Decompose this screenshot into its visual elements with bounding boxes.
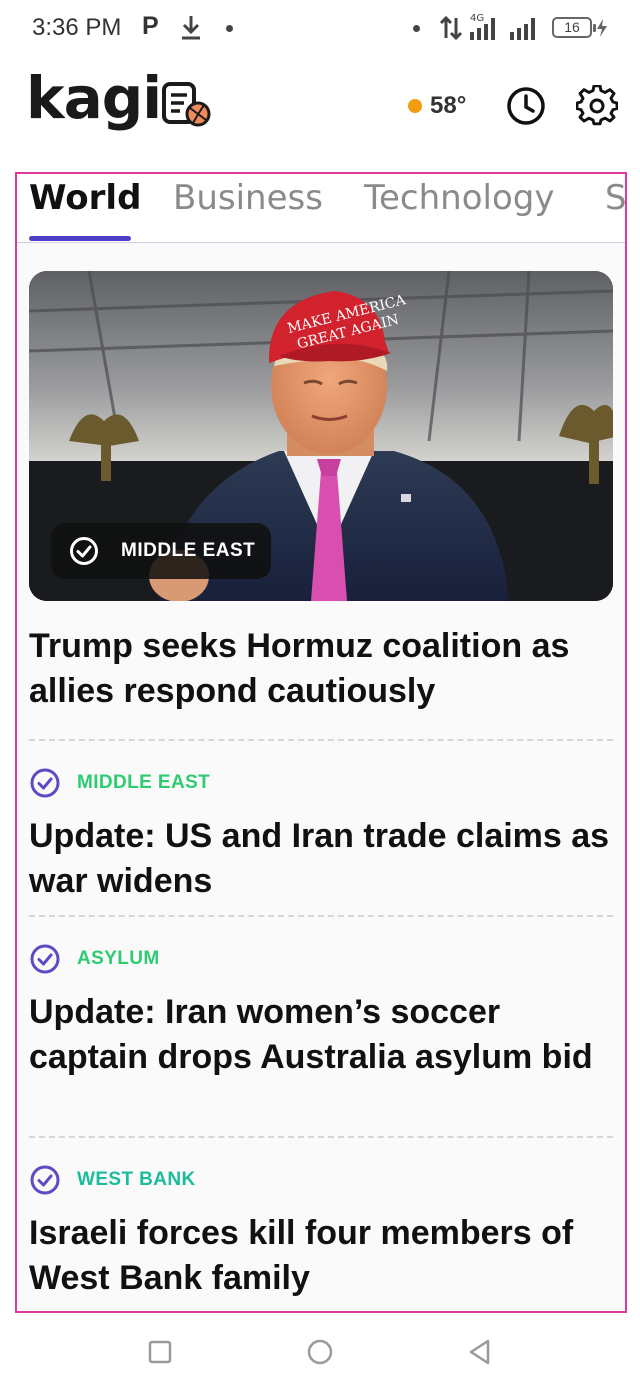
notification-dot-icon	[226, 25, 233, 32]
story-category[interactable]: MIDDLE EAST	[29, 766, 619, 800]
story-category[interactable]: ASYLUM	[29, 942, 619, 976]
app-header: kagi 58°	[0, 62, 640, 152]
data-transfer-icon	[438, 14, 464, 47]
notification-dot-icon	[413, 25, 420, 32]
story-title[interactable]: Israeli forces kill four members of West…	[29, 1211, 619, 1301]
recents-square-icon	[148, 1340, 172, 1364]
home-circle-icon	[307, 1339, 333, 1365]
home-button[interactable]	[298, 1330, 342, 1374]
story-title[interactable]: Update: Iran women’s soccer captain drop…	[29, 990, 619, 1080]
tab-world[interactable]: World	[29, 178, 141, 218]
charging-bolt-icon	[596, 18, 608, 43]
recents-button[interactable]	[138, 1330, 182, 1374]
weather-widget[interactable]: 58°	[408, 92, 466, 120]
signal-strength-icon	[508, 10, 542, 47]
settings-gear-icon	[576, 85, 618, 126]
back-button[interactable]	[458, 1330, 502, 1374]
story-divider	[29, 915, 613, 917]
tab-science[interactable]: Sc	[605, 178, 625, 218]
history-button[interactable]	[504, 84, 548, 128]
hero-category-chip[interactable]: MIDDLE EAST	[51, 523, 272, 579]
back-triangle-icon	[469, 1339, 490, 1365]
story-category[interactable]: WEST BANK	[29, 1163, 619, 1197]
status-time: 3:36 PM	[32, 14, 122, 41]
story-title[interactable]: Update: US and Iran trade claims as war …	[29, 814, 619, 904]
tab-business[interactable]: Business	[173, 178, 323, 218]
story-divider	[29, 1136, 613, 1138]
category-tabs: World Business Technology Sc	[17, 174, 625, 243]
download-icon	[178, 12, 204, 47]
news-logo-icon	[160, 78, 212, 135]
check-circle-icon	[30, 944, 60, 974]
network-type-label: 4G	[470, 13, 484, 24]
tabs-divider	[17, 242, 625, 243]
story-category-label: MIDDLE EAST	[77, 772, 211, 793]
story-category-label: ASYLUM	[77, 948, 160, 969]
tab-technology[interactable]: Technology	[364, 178, 554, 218]
story-item[interactable]: WEST BANK Israeli forces kill four membe…	[29, 1163, 619, 1301]
hero-category-label: MIDDLE EAST	[121, 540, 256, 561]
weather-sun-icon	[408, 99, 422, 113]
check-circle-icon	[30, 768, 60, 798]
signal-4g-icon: 4G	[468, 10, 502, 47]
status-bar: 3:36 PM P 4G 16	[0, 0, 640, 56]
kagi-logo[interactable]: kagi	[26, 64, 162, 132]
p-app-icon: P	[142, 12, 159, 40]
news-feed: World Business Technology Sc	[15, 172, 627, 1313]
check-circle-icon	[70, 537, 98, 565]
story-divider	[29, 739, 613, 741]
weather-temperature: 58°	[430, 92, 467, 119]
system-nav-bar	[0, 1316, 640, 1387]
hero-headline[interactable]: Trump seeks Hormuz coalition as allies r…	[29, 624, 619, 714]
story-item[interactable]: MIDDLE EAST Update: US and Iran trade cl…	[29, 766, 619, 904]
settings-button[interactable]	[575, 84, 619, 128]
check-circle-icon	[30, 1165, 60, 1195]
battery-icon: 16	[552, 17, 596, 38]
history-clock-icon	[507, 87, 545, 125]
hero-image[interactable]: MAKE AMERICA GREAT AGAIN MIDDLE EAST	[29, 271, 613, 601]
story-item[interactable]: ASYLUM Update: Iran women’s soccer capta…	[29, 942, 619, 1080]
story-category-label: WEST BANK	[77, 1169, 196, 1190]
active-tab-indicator	[29, 236, 131, 241]
